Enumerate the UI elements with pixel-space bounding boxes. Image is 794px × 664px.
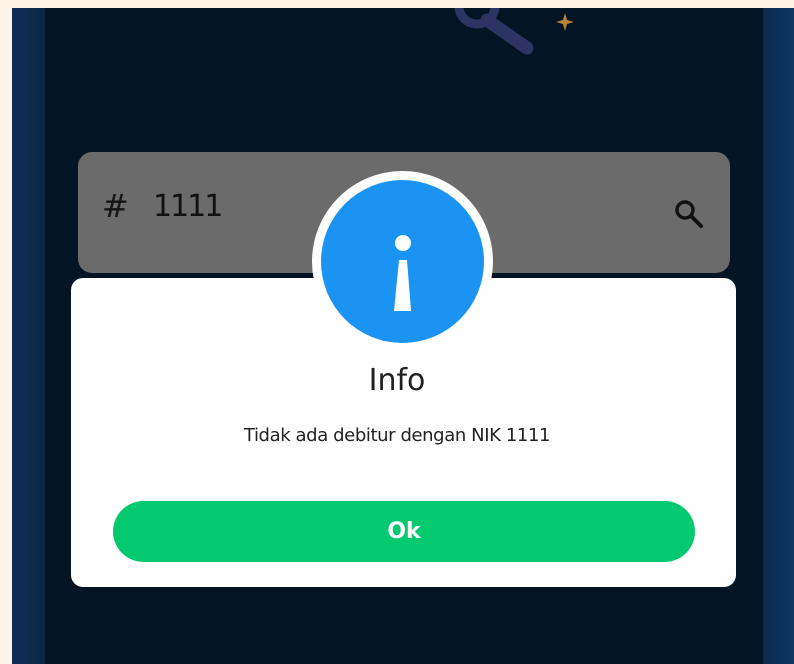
ok-button[interactable]: Ok <box>113 501 695 562</box>
dialog-title: Info <box>368 363 426 398</box>
info-badge <box>312 171 493 352</box>
hash-icon: # <box>102 187 129 225</box>
nik-search-input[interactable]: 1111 <box>153 192 223 222</box>
info-circle <box>321 180 484 343</box>
magnifier-illustration <box>454 8 574 55</box>
info-icon <box>394 235 411 311</box>
dialog-message: Tidak ada debitur dengan NIK 1111 <box>243 425 551 446</box>
magnifier-illustration-icon <box>454 8 574 55</box>
search-icon[interactable] <box>672 197 706 231</box>
